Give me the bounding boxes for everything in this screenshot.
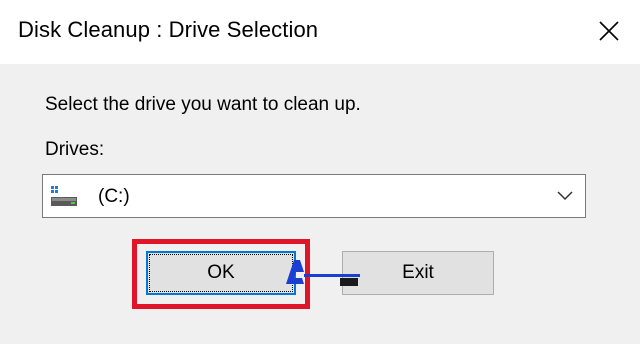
hard-drive-icon xyxy=(51,186,77,206)
selected-drive: (C:) xyxy=(98,186,130,207)
exit-button[interactable]: Exit xyxy=(342,251,494,295)
title-bar: Disk Cleanup : Drive Selection xyxy=(0,0,640,64)
ok-button[interactable]: OK xyxy=(146,251,296,295)
drives-label: Drives: xyxy=(45,139,105,160)
instruction-text: Select the drive you want to clean up. xyxy=(45,94,361,115)
watermark-logo xyxy=(286,260,360,286)
window-title: Disk Cleanup : Drive Selection xyxy=(18,17,319,42)
dialog-content: Select the drive you want to clean up. D… xyxy=(0,64,640,344)
chevron-down-icon[interactable] xyxy=(557,191,573,201)
drive-dropdown[interactable]: (C:) xyxy=(42,174,586,218)
close-icon xyxy=(599,21,619,41)
close-button[interactable] xyxy=(578,0,640,64)
